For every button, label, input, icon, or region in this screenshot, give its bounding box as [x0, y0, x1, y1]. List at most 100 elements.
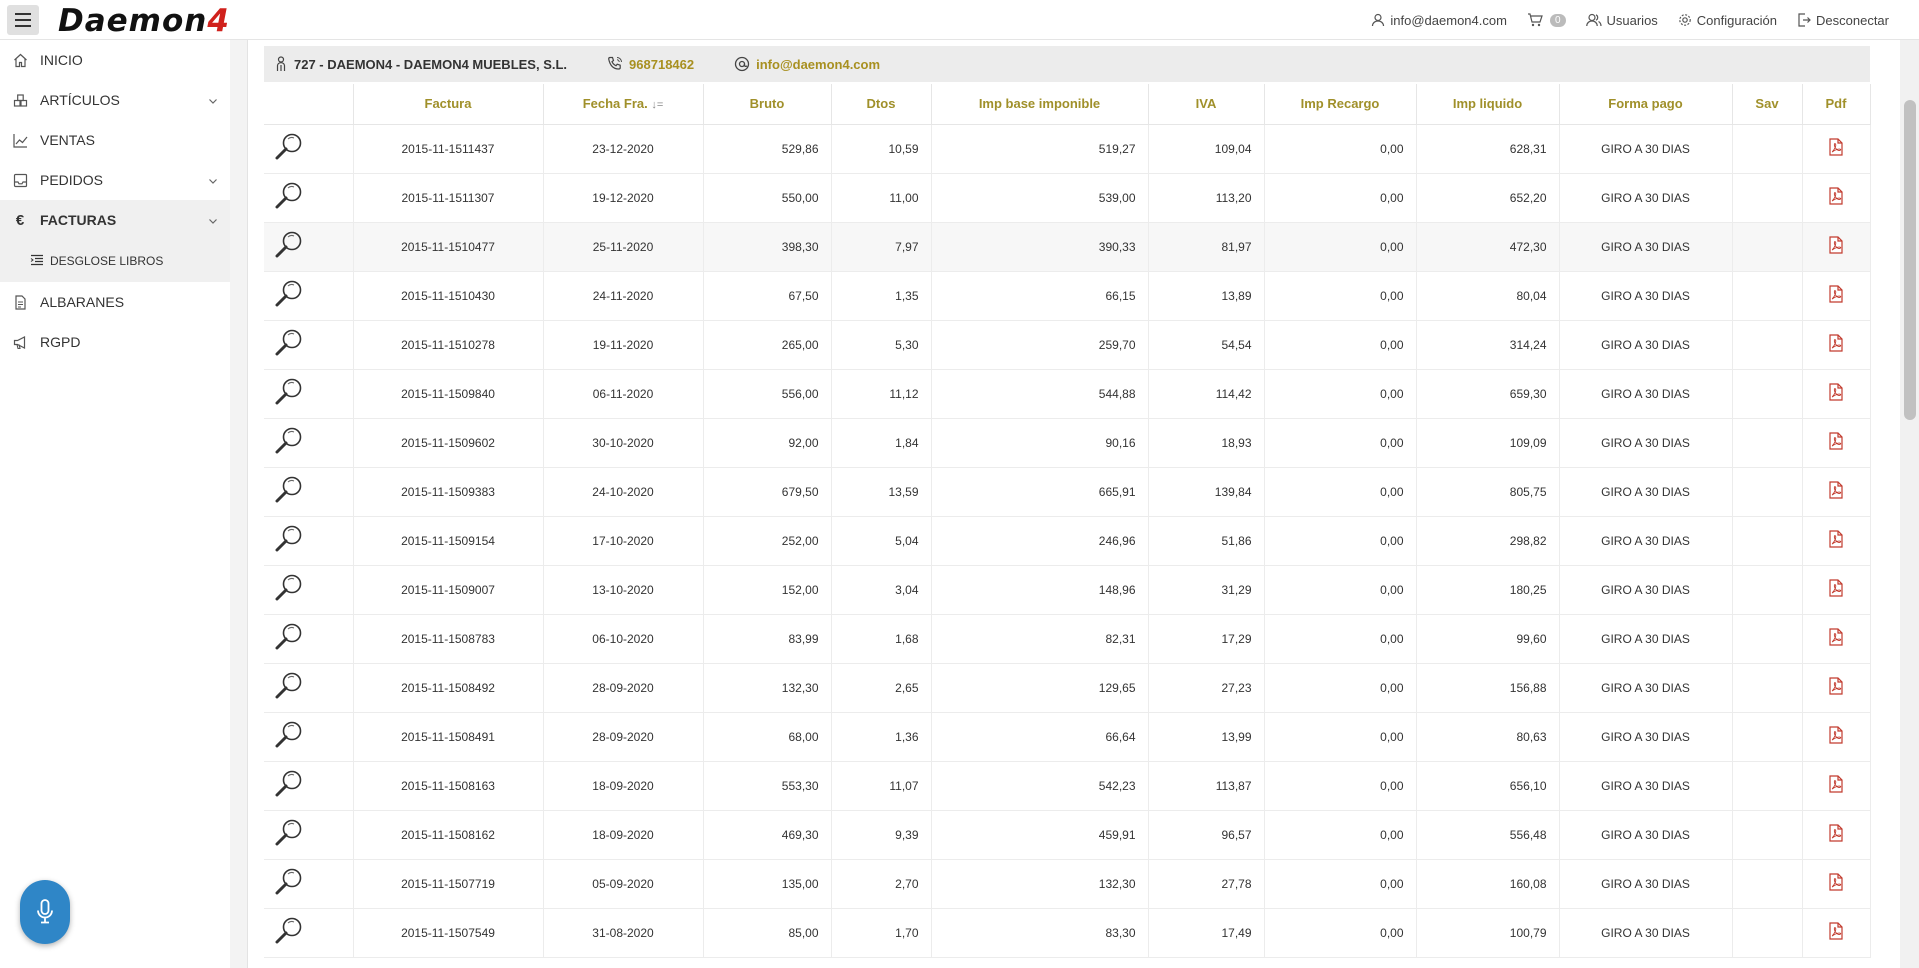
- col-header-recargo[interactable]: Imp Recargo: [1264, 84, 1417, 125]
- pdf-icon[interactable]: [1828, 579, 1844, 600]
- pdf-icon[interactable]: [1828, 824, 1844, 845]
- pdf-icon[interactable]: [1828, 726, 1844, 747]
- col-header-sav[interactable]: Sav: [1732, 84, 1803, 125]
- magnifier-icon[interactable]: [274, 867, 304, 900]
- magnifier-icon[interactable]: [274, 818, 304, 851]
- table-row[interactable]: 2015-11-1510278 19-11-2020 265,00 5,30 259,7…: [264, 320, 1871, 370]
- scrollbar-thumb[interactable]: [1904, 100, 1916, 420]
- sidebar-item-inicio[interactable]: INICIO: [0, 40, 230, 80]
- table-row[interactable]: 2015-11-1509840 06-11-2020 556,00 11,12 544,…: [264, 369, 1871, 419]
- pdf-icon[interactable]: [1828, 236, 1844, 257]
- table-cell: 2015-11-1509154: [353, 516, 544, 566]
- voice-input-button[interactable]: [20, 880, 70, 944]
- pdf-icon[interactable]: [1828, 138, 1844, 159]
- magnifier-icon[interactable]: [274, 181, 304, 214]
- table-cell: 9,39: [831, 810, 932, 860]
- pdf-icon[interactable]: [1828, 775, 1844, 796]
- pdf-icon[interactable]: [1828, 334, 1844, 355]
- magnifier-icon[interactable]: [274, 377, 304, 410]
- col-header-forma-pago[interactable]: Forma pago: [1559, 84, 1733, 125]
- magnifier-icon[interactable]: [274, 573, 304, 606]
- pdf-icon[interactable]: [1828, 285, 1844, 306]
- sidebar-item-articulos[interactable]: ARTÍCULOS: [0, 80, 230, 120]
- table-row[interactable]: 2015-11-1509154 17-10-2020 252,00 5,04 246,9…: [264, 516, 1871, 566]
- user-email-link[interactable]: info@daemon4.com: [1371, 13, 1507, 28]
- col-header-pdf[interactable]: Pdf: [1802, 84, 1871, 125]
- col-header-dtos[interactable]: Dtos: [831, 84, 932, 125]
- table-cell: 0,00: [1264, 271, 1417, 321]
- table-row[interactable]: 2015-11-1510477 25-11-2020 398,30 7,97 390,3…: [264, 222, 1871, 272]
- magnifier-icon[interactable]: [274, 132, 304, 165]
- pdf-icon[interactable]: [1828, 677, 1844, 698]
- table-cell: 18,93: [1148, 418, 1265, 468]
- sidebar-subitem-desglose-libros[interactable]: DESGLOSE LIBROS: [0, 240, 230, 282]
- client-email[interactable]: info@daemon4.com: [734, 56, 880, 72]
- pdf-icon[interactable]: [1828, 873, 1844, 894]
- magnifier-icon[interactable]: [274, 426, 304, 459]
- settings-link[interactable]: Configuración: [1678, 13, 1777, 28]
- magnifier-icon[interactable]: [274, 279, 304, 312]
- pdf-icon[interactable]: [1828, 922, 1844, 943]
- col-header-liquido[interactable]: Imp liquido: [1416, 84, 1560, 125]
- table-row[interactable]: 2015-11-1509007 13-10-2020 152,00 3,04 148,9…: [264, 565, 1871, 615]
- table-row[interactable]: 2015-11-1507719 05-09-2020 135,00 2,70 132,3…: [264, 859, 1871, 909]
- col-header-base-imponible[interactable]: Imp base imponible: [931, 84, 1149, 125]
- table-cell: 54,54: [1148, 320, 1265, 370]
- sidebar-item-ventas[interactable]: VENTAS: [0, 120, 230, 160]
- col-header-bruto[interactable]: Bruto: [703, 84, 832, 125]
- table-row[interactable]: 2015-11-1507549 31-08-2020 85,00 1,70 83,30 1…: [264, 908, 1871, 958]
- pdf-icon[interactable]: [1828, 628, 1844, 649]
- magnifier-icon[interactable]: [274, 622, 304, 655]
- magnifier-icon[interactable]: [274, 720, 304, 753]
- table-row[interactable]: 2015-11-1508492 28-09-2020 132,30 2,65 129,6…: [264, 663, 1871, 713]
- sidebar-item-pedidos[interactable]: PEDIDOS: [0, 160, 230, 200]
- vertical-scrollbar[interactable]: [1900, 40, 1919, 968]
- magnifier-icon[interactable]: [274, 916, 304, 949]
- magnifier-icon[interactable]: [274, 328, 304, 361]
- sidebar-item-facturas[interactable]: € FACTURAS: [0, 200, 230, 240]
- table-cell: 66,64: [931, 712, 1149, 762]
- sidebar-item-rgpd[interactable]: RGPD: [0, 322, 230, 362]
- table-row[interactable]: 2015-11-1511437 23-12-2020 529,86 10,59 519,…: [264, 124, 1871, 174]
- table-row[interactable]: 2015-11-1508491 28-09-2020 68,00 1,36 66,64 1…: [264, 712, 1871, 762]
- magnifier-icon[interactable]: [274, 475, 304, 508]
- cart-button[interactable]: 0: [1527, 13, 1566, 27]
- pdf-icon[interactable]: [1828, 383, 1844, 404]
- table-cell: 13,59: [831, 467, 932, 517]
- hamburger-menu-button[interactable]: [7, 5, 39, 35]
- table-cell: 68,00: [703, 712, 832, 762]
- magnifier-icon[interactable]: [274, 230, 304, 263]
- table-row[interactable]: 2015-11-1508162 18-09-2020 469,30 9,39 459,9…: [264, 810, 1871, 860]
- table-row[interactable]: 2015-11-1508163 18-09-2020 553,30 11,07 542,…: [264, 761, 1871, 811]
- client-phone[interactable]: 968718462: [607, 56, 694, 72]
- table-cell: 11,00: [831, 173, 932, 223]
- table-row[interactable]: 2015-11-1508783 06-10-2020 83,99 1,68 82,31 1…: [264, 614, 1871, 664]
- magnifier-icon[interactable]: [274, 524, 304, 557]
- pdf-icon[interactable]: [1828, 432, 1844, 453]
- magnifier-icon[interactable]: [274, 769, 304, 802]
- logout-link[interactable]: Desconectar: [1797, 13, 1889, 28]
- table-cell: 0,00: [1264, 663, 1417, 713]
- table-cell: 5,30: [831, 320, 932, 370]
- table-row[interactable]: 2015-11-1509383 24-10-2020 679,50 13,59 665,…: [264, 467, 1871, 517]
- sort-desc-icon[interactable]: ↓=: [651, 99, 663, 111]
- table-cell: 19-12-2020: [543, 173, 704, 223]
- col-header-fecha[interactable]: Fecha Fra. ↓=: [543, 84, 704, 125]
- table-cell: 0,00: [1264, 369, 1417, 419]
- magnifier-icon[interactable]: [274, 671, 304, 704]
- table-cell: 2015-11-1509840: [353, 369, 544, 419]
- col-header-factura[interactable]: Factura: [353, 84, 544, 125]
- table-row[interactable]: 2015-11-1510430 24-11-2020 67,50 1,35 66,15 1…: [264, 271, 1871, 321]
- col-header-iva[interactable]: IVA: [1148, 84, 1265, 125]
- table-cell: 113,20: [1148, 173, 1265, 223]
- users-link[interactable]: Usuarios: [1585, 13, 1658, 28]
- table-row[interactable]: 2015-11-1511307 19-12-2020 550,00 11,00 539,…: [264, 173, 1871, 223]
- pdf-icon[interactable]: [1828, 481, 1844, 502]
- app-logo[interactable]: Daemon4: [58, 3, 230, 39]
- sav-cell: [1732, 418, 1803, 468]
- sidebar-item-albaranes[interactable]: ALBARANES: [0, 282, 230, 322]
- pdf-icon[interactable]: [1828, 187, 1844, 208]
- table-row[interactable]: 2015-11-1509602 30-10-2020 92,00 1,84 90,16 1…: [264, 418, 1871, 468]
- table-cell: 5,04: [831, 516, 932, 566]
- pdf-icon[interactable]: [1828, 530, 1844, 551]
